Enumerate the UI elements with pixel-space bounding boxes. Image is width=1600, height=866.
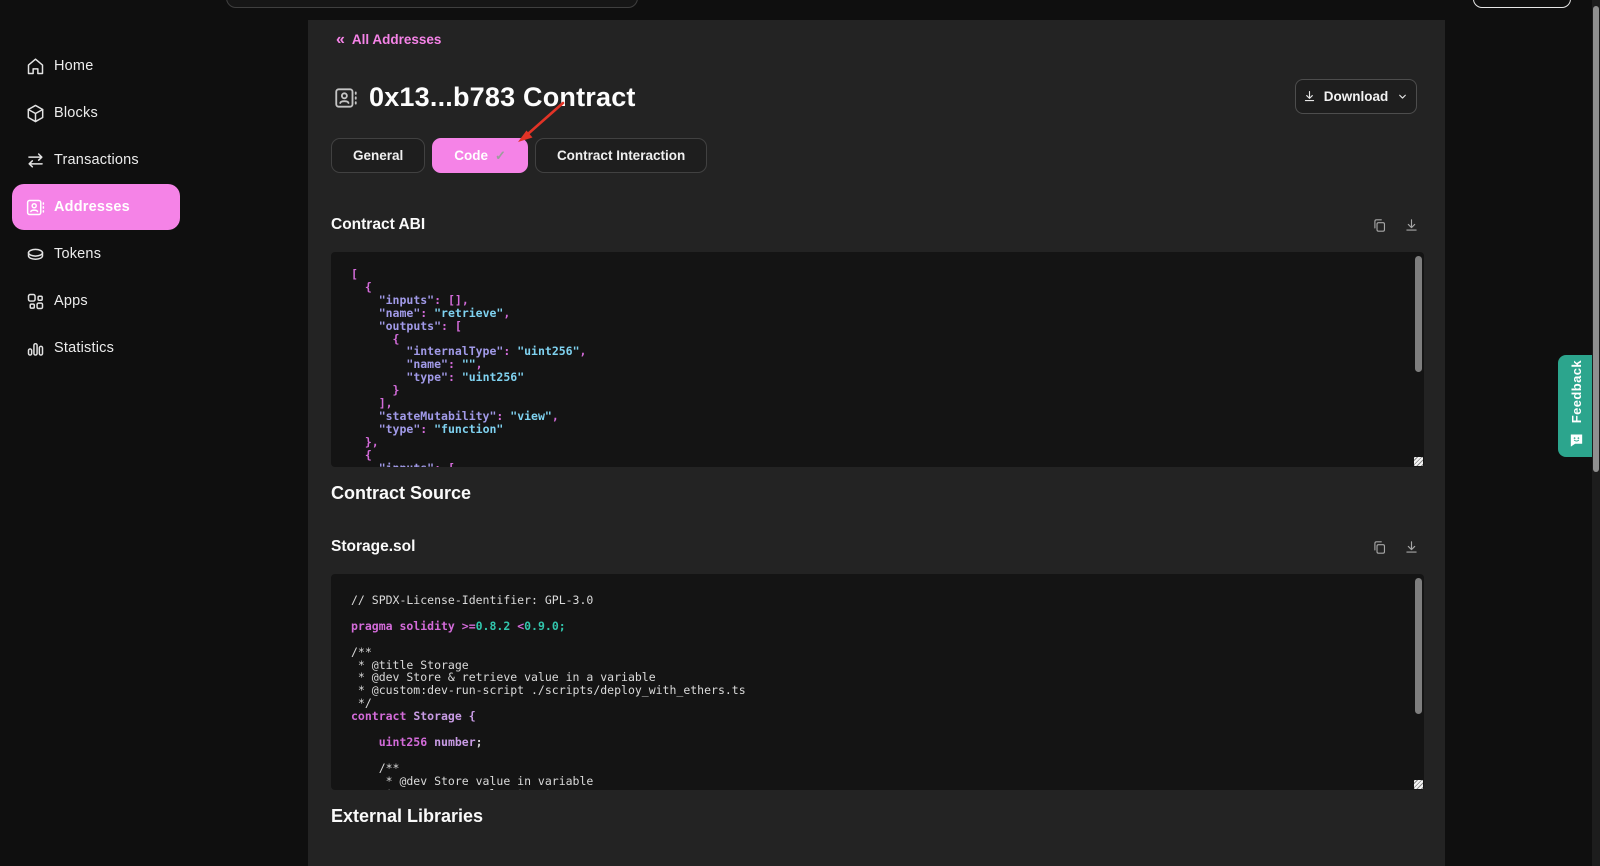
code-line: "name": "retrieve", bbox=[351, 307, 1404, 320]
tab-label: General bbox=[353, 148, 403, 163]
sidebar-item-blocks[interactable]: Blocks bbox=[12, 90, 180, 136]
contract-abi-heading: Contract ABI bbox=[331, 216, 425, 234]
back-link-label: All Addresses bbox=[352, 32, 442, 47]
statistics-icon bbox=[25, 338, 46, 359]
topbar-button[interactable] bbox=[1473, 0, 1571, 8]
download-label: Download bbox=[1324, 89, 1389, 104]
sidebar-item-apps[interactable]: Apps bbox=[12, 278, 180, 324]
abi-scrollbar bbox=[1415, 255, 1422, 464]
sidebar-item-label: Tokens bbox=[54, 246, 101, 262]
code-line bbox=[351, 723, 1404, 736]
source-file-name: Storage.sol bbox=[331, 538, 415, 556]
back-to-all-addresses-link[interactable]: « All Addresses bbox=[336, 32, 441, 47]
tab-label: Contract Interaction bbox=[557, 148, 685, 163]
sidebar-item-label: Addresses bbox=[54, 199, 130, 215]
chevron-down-icon bbox=[1395, 89, 1410, 104]
external-libraries-heading: External Libraries bbox=[331, 806, 483, 827]
sidebar-item-label: Apps bbox=[54, 293, 88, 309]
blocks-icon bbox=[25, 103, 46, 124]
main-panel: « All Addresses 0x13...b783 Contract Dow… bbox=[308, 20, 1445, 866]
tokens-icon bbox=[25, 244, 46, 265]
contract-abi-code[interactable]: [ { "inputs": [], "name": "retrieve", "o… bbox=[331, 252, 1424, 467]
tab-general[interactable]: General bbox=[331, 138, 425, 173]
sidebar-nav: Home Blocks Transactions Addresses Tokens App… bbox=[0, 43, 300, 372]
tab-bar: General Code ✓ Contract Interaction bbox=[331, 138, 707, 173]
source-resize-grip[interactable] bbox=[1414, 780, 1423, 789]
code-line: * @custom:dev-run-script ./scripts/deplo… bbox=[351, 684, 1404, 697]
addresses-icon bbox=[25, 197, 46, 218]
feedback-button[interactable]: Feedback bbox=[1558, 355, 1594, 457]
contract-source-code[interactable]: // SPDX-License-Identifier: GPL-3.0 prag… bbox=[331, 574, 1424, 790]
feedback-label: Feedback bbox=[1569, 360, 1584, 423]
code-line: "type": "uint256" bbox=[351, 371, 1404, 384]
code-line bbox=[351, 633, 1404, 646]
sidebar-item-statistics[interactable]: Statistics bbox=[12, 325, 180, 371]
code-line: "outputs": [ bbox=[351, 320, 1404, 333]
double-chevron-left-icon: « bbox=[336, 33, 345, 46]
check-icon: ✓ bbox=[495, 148, 506, 164]
source-code-lines: // SPDX-License-Identifier: GPL-3.0 prag… bbox=[351, 594, 1404, 790]
code-line: { bbox=[351, 449, 1404, 462]
copy-abi-icon[interactable] bbox=[1371, 217, 1388, 234]
abi-resize-grip[interactable] bbox=[1414, 457, 1423, 466]
abi-scrollbar-thumb[interactable] bbox=[1415, 256, 1422, 372]
code-line: "inputs": [ bbox=[351, 462, 1404, 467]
home-icon bbox=[25, 56, 46, 77]
sidebar-item-tokens[interactable]: Tokens bbox=[12, 231, 180, 277]
tab-label: Code bbox=[454, 148, 488, 163]
code-line: uint256 number; bbox=[351, 736, 1404, 749]
code-line: [ bbox=[351, 268, 1404, 281]
code-line: /** bbox=[351, 646, 1404, 659]
source-scrollbar-thumb[interactable] bbox=[1415, 578, 1422, 714]
contact-card-icon bbox=[333, 85, 359, 111]
code-line: { bbox=[351, 281, 1404, 294]
sidebar-item-label: Blocks bbox=[54, 105, 98, 121]
code-line: "stateMutability": "view", bbox=[351, 410, 1404, 423]
title-row: 0x13...b783 Contract bbox=[333, 82, 636, 113]
contract-source-heading: Contract Source bbox=[331, 483, 471, 504]
code-line: pragma solidity >=0.8.2 <0.9.0; bbox=[351, 620, 1404, 633]
sidebar-item-transactions[interactable]: Transactions bbox=[12, 137, 180, 183]
search-input[interactable] bbox=[226, 0, 638, 8]
sidebar-item-label: Home bbox=[54, 58, 93, 74]
sidebar-item-home[interactable]: Home bbox=[12, 43, 180, 89]
page-scrollbar-thumb[interactable] bbox=[1593, 6, 1599, 472]
tab-code[interactable]: Code ✓ bbox=[432, 138, 528, 173]
code-line: }, bbox=[351, 436, 1404, 449]
page-title: 0x13...b783 Contract bbox=[369, 82, 636, 113]
app-window: Home Blocks Transactions Addresses Tokens App… bbox=[0, 0, 1600, 866]
apps-icon bbox=[25, 291, 46, 312]
download-source-icon[interactable] bbox=[1403, 539, 1420, 556]
download-button[interactable]: Download bbox=[1295, 79, 1417, 114]
code-line: // SPDX-License-Identifier: GPL-3.0 bbox=[351, 594, 1404, 607]
abi-code-lines: [ { "inputs": [], "name": "retrieve", "o… bbox=[351, 268, 1404, 467]
download-icon bbox=[1302, 89, 1317, 104]
code-line bbox=[351, 749, 1404, 762]
tab-contract-interaction[interactable]: Contract Interaction bbox=[535, 138, 707, 173]
code-line: "internalType": "uint256", bbox=[351, 345, 1404, 358]
copy-source-icon[interactable] bbox=[1371, 539, 1388, 556]
sidebar-item-label: Transactions bbox=[54, 152, 139, 168]
code-line: } bbox=[351, 384, 1404, 397]
sidebar-item-label: Statistics bbox=[54, 340, 114, 356]
chat-smiley-icon bbox=[1568, 431, 1585, 448]
transactions-icon bbox=[25, 150, 46, 171]
sidebar-item-addresses[interactable]: Addresses bbox=[12, 184, 180, 230]
code-line: */ bbox=[351, 697, 1404, 710]
code-line: * @param num value to store bbox=[351, 788, 1404, 790]
code-line: contract Storage { bbox=[351, 710, 1404, 723]
source-scrollbar bbox=[1415, 577, 1422, 787]
download-abi-icon[interactable] bbox=[1403, 217, 1420, 234]
code-line: "type": "function" bbox=[351, 423, 1404, 436]
